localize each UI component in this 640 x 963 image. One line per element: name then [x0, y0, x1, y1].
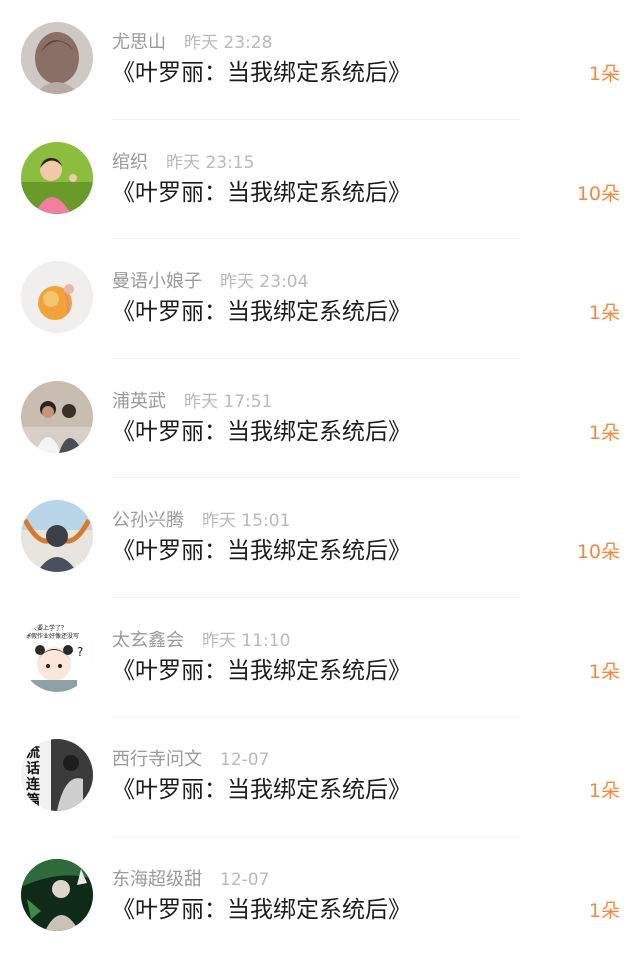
avatar[interactable]	[21, 22, 93, 94]
avatar[interactable]: 流 话 连 篇	[21, 739, 93, 811]
flower-count: 1朵	[588, 421, 620, 444]
flower-count: 10朵	[576, 541, 620, 563]
list-item[interactable]: 今天要上学了？ 寒假作业好像还没写 ? 太玄鑫会 昨天 11:10 《叶罗丽：当我…	[0, 598, 640, 717]
item-meta: 西行寺问文 12-07	[112, 748, 269, 772]
timestamp: 昨天 23:04	[220, 272, 309, 292]
user-name[interactable]: 公孙兴腾	[112, 510, 184, 531]
avatar[interactable]	[21, 858, 93, 931]
svg-text:今天要上学了？: 今天要上学了？	[25, 624, 67, 632]
user-name[interactable]: 太玄鑫会	[112, 630, 184, 651]
item-meta: 太玄鑫会 昨天 11:10	[112, 629, 290, 653]
list-item[interactable]: 尤思山 昨天 23:28 《叶罗丽：当我绑定系统后》 1朵	[0, 0, 640, 120]
user-name[interactable]: 绾织	[112, 152, 148, 173]
list-item[interactable]: 公孙兴腾 昨天 15:01 《叶罗丽：当我绑定系统后》 10朵	[0, 478, 640, 598]
user-photo-icon	[21, 22, 93, 94]
svg-text:话: 话	[26, 760, 40, 777]
book-title[interactable]: 《叶罗丽：当我绑定系统后》	[112, 656, 411, 686]
item-meta: 尤思山 昨天 23:28	[112, 31, 272, 55]
user-photo-icon: 今天要上学了？ 寒假作业好像还没写 ?	[21, 619, 93, 692]
item-meta: 浦英武 昨天 17:51	[112, 390, 272, 414]
item-meta: 曼语小娘子 昨天 23:04	[112, 270, 308, 294]
user-name[interactable]: 东海超级甜	[112, 869, 202, 890]
svg-text:?: ?	[77, 645, 83, 659]
flower-count: 1朵	[588, 302, 620, 324]
avatar[interactable]	[21, 500, 93, 572]
user-name[interactable]: 曼语小娘子	[112, 271, 202, 292]
flower-count: 1朵	[588, 899, 620, 922]
list-item[interactable]: 东海超级甜 12-07 《叶罗丽：当我绑定系统后》 1朵	[0, 837, 640, 957]
book-title[interactable]: 《叶罗丽：当我绑定系统后》	[112, 297, 411, 327]
book-title[interactable]: 《叶罗丽：当我绑定系统后》	[112, 895, 411, 925]
avatar[interactable]	[21, 380, 93, 453]
user-photo-icon	[21, 141, 93, 214]
flower-count: 1朵	[588, 780, 620, 802]
flower-count: 1朵	[588, 63, 620, 85]
user-name[interactable]: 西行寺问文	[112, 749, 202, 770]
timestamp: 昨天 23:28	[184, 33, 273, 53]
timestamp: 昨天 23:15	[166, 152, 255, 173]
timestamp: 昨天 15:01	[202, 511, 291, 531]
user-photo-icon: 流 话 连 篇	[21, 739, 93, 811]
list-item[interactable]: 流 话 连 篇 西行寺问文 12-07 《叶罗丽：当我绑定系统后》 1朵	[0, 717, 640, 837]
avatar[interactable]: 今天要上学了？ 寒假作业好像还没写 ?	[21, 619, 93, 692]
timestamp: 昨天 11:10	[202, 630, 291, 651]
timestamp: 昨天 17:51	[184, 391, 273, 412]
svg-text:篇: 篇	[25, 792, 40, 809]
list-item[interactable]: 绾织 昨天 23:15 《叶罗丽：当我绑定系统后》 10朵	[0, 120, 640, 239]
user-name[interactable]: 尤思山	[112, 32, 166, 53]
gift-record-list: 尤思山 昨天 23:28 《叶罗丽：当我绑定系统后》 1朵 绾织 昨天 23:15 …	[0, 0, 640, 963]
book-title[interactable]: 《叶罗丽：当我绑定系统后》	[112, 417, 411, 447]
user-photo-icon	[21, 380, 93, 453]
svg-text:流: 流	[26, 744, 40, 761]
book-title[interactable]: 《叶罗丽：当我绑定系统后》	[112, 775, 411, 805]
flower-count: 10朵	[576, 182, 620, 205]
item-meta: 东海超级甜 12-07	[112, 868, 269, 892]
user-photo-icon	[21, 500, 93, 572]
book-title[interactable]: 《叶罗丽：当我绑定系统后》	[112, 58, 411, 88]
avatar[interactable]	[21, 141, 93, 214]
timestamp: 12-07	[220, 869, 270, 890]
avatar[interactable]	[21, 261, 93, 333]
item-meta: 公孙兴腾 昨天 15:01	[112, 509, 290, 533]
list-item[interactable]: 曼语小娘子 昨天 23:04 《叶罗丽：当我绑定系统后》 1朵	[0, 239, 640, 359]
item-meta: 绾织 昨天 23:15	[112, 151, 254, 175]
book-title[interactable]: 《叶罗丽：当我绑定系统后》	[112, 178, 411, 208]
book-title[interactable]: 《叶罗丽：当我绑定系统后》	[112, 536, 411, 566]
user-photo-icon	[21, 858, 93, 931]
user-photo-icon	[21, 261, 93, 333]
flower-count: 1朵	[588, 660, 620, 683]
timestamp: 12-07	[220, 750, 270, 770]
list-item[interactable]: 浦英武 昨天 17:51 《叶罗丽：当我绑定系统后》 1朵	[0, 359, 640, 478]
svg-text:寒假作业好像还没写: 寒假作业好像还没写	[25, 632, 79, 640]
user-name[interactable]: 浦英武	[112, 391, 166, 412]
svg-text:连: 连	[26, 776, 41, 793]
